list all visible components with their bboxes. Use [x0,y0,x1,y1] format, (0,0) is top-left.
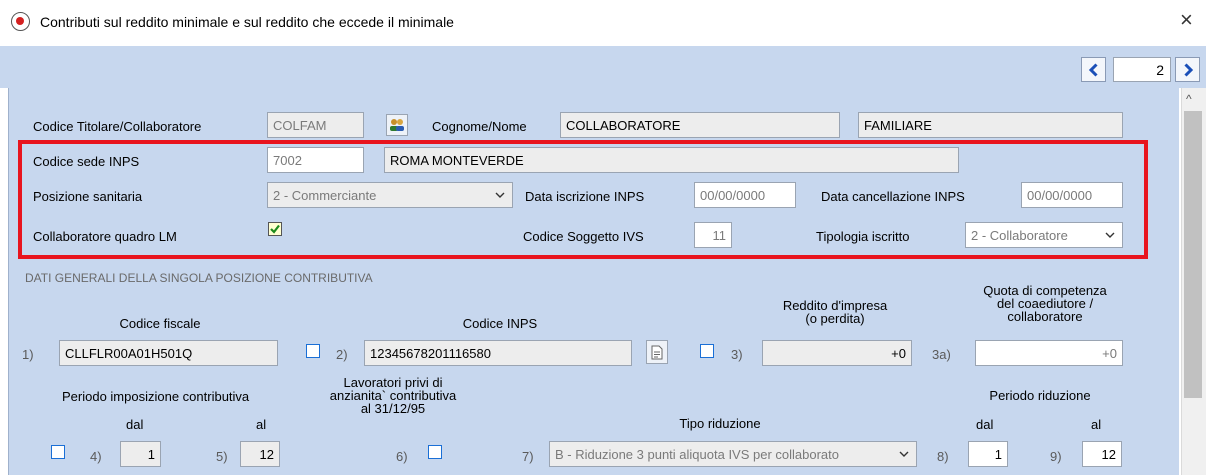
periodo-imposizione-checkbox[interactable] [51,445,65,459]
periodo-imposizione-header: Periodo imposizione contributiva [62,389,250,404]
lookup-collaboratore-button[interactable] [386,114,408,136]
lavoratori-privi-header: Lavoratori privi di anzianita` contribut… [329,375,457,416]
scroll-up-icon[interactable]: ^ [1186,92,1192,106]
chevron-down-icon [495,192,505,198]
document-icon [651,345,663,359]
codice-inps-checkbox[interactable] [700,344,714,358]
document-button[interactable] [646,340,668,364]
field-number-3a: 3a) [932,347,951,362]
lavoratori-privi-checkbox[interactable] [428,445,442,459]
collaboratore-quadro-checkbox[interactable] [268,222,282,236]
periodo-al-field[interactable]: 12 [240,441,280,467]
collaboratore-quadro-label: Collaboratore quadro LM [33,229,177,244]
codice-fiscale-field[interactable]: CLLFLR00A01H501Q [59,340,278,366]
codice-sede-label: Codice sede INPS [33,154,140,169]
riduzione-al-input[interactable]: 12 [1082,441,1122,467]
riduzione-dal-label: dal [976,417,994,432]
users-icon [390,119,404,131]
riduzione-al-label: al [1091,417,1102,432]
posizione-sanitaria-label: Posizione sanitaria [33,189,143,204]
posizione-sanitaria-value: 2 - Commerciante [273,188,377,203]
tipo-riduzione-select[interactable]: B - Riduzione 3 punti aliquota IVS per c… [549,441,917,467]
field-number-9: 9) [1050,449,1062,464]
data-iscrizione-label: Data iscrizione INPS [525,189,645,204]
tipologia-iscritto-label: Tipologia iscritto [816,229,910,244]
data-cancellazione-input[interactable]: 00/00/0000 [1021,182,1123,208]
reddito-impresa-header: Reddito d'impresa (o perdita) [782,298,888,326]
codice-fiscale-header: Codice fiscale [119,316,201,331]
codice-sede-input[interactable]: 7002 [267,147,364,173]
checkmark-icon [270,224,280,234]
cognome-nome-label: Cognome/Nome [432,119,527,134]
chevron-down-icon [1105,232,1115,238]
app-record-icon [11,12,30,31]
navigation-bar [0,46,1206,88]
codice-titolare-label: Codice Titolare/Collaboratore [33,119,202,134]
codice-inps-header: Codice INPS [462,316,538,331]
field-number-1: 1) [22,347,34,362]
window-title: Contributi sul reddito minimale e sul re… [40,14,454,30]
riduzione-dal-input[interactable]: 1 [968,441,1008,467]
field-number-6: 6) [396,449,408,464]
field-number-3: 3) [731,347,743,362]
field-number-7: 7) [522,449,534,464]
section-title: DATI GENERALI DELLA SINGOLA POSIZIONE CO… [25,271,373,285]
chevron-right-icon [1183,62,1193,77]
field-number-4: 4) [90,449,102,464]
data-iscrizione-input[interactable]: 00/00/0000 [694,182,796,208]
sede-name-field: ROMA MONTEVERDE [384,147,959,173]
close-icon[interactable]: × [1180,8,1193,32]
next-page-button[interactable] [1175,57,1200,82]
scrollbar-thumb[interactable] [1184,111,1202,398]
tipo-riduzione-value: B - Riduzione 3 punti aliquota IVS per c… [555,447,840,462]
dal-label: dal [126,417,144,432]
al-label: al [256,417,267,432]
codice-fiscale-checkbox[interactable] [306,344,320,358]
reddito-impresa-field[interactable]: +0 [762,340,912,366]
tipologia-iscritto-select[interactable]: 2 - Collaboratore [965,222,1123,248]
posizione-sanitaria-select[interactable]: 2 - Commerciante [267,182,513,208]
codice-inps-field[interactable]: 12345678201116580 [364,340,632,366]
field-number-8: 8) [937,449,949,464]
tipo-riduzione-header: Tipo riduzione [679,416,761,431]
data-cancellazione-label: Data cancellazione INPS [821,189,965,204]
periodo-riduzione-header: Periodo riduzione [989,388,1091,403]
nome-field[interactable]: FAMILIARE [858,112,1123,138]
tipologia-iscritto-value: 2 - Collaboratore [971,228,1068,243]
prev-page-button[interactable] [1081,57,1106,82]
codice-soggetto-ivs-input[interactable]: 11 [694,222,732,248]
page-number-field[interactable]: 2 [1113,57,1171,82]
field-number-5: 5) [216,449,228,464]
cognome-field[interactable]: COLLABORATORE [560,112,840,138]
quota-competenza-header: Quota di competenza del coaediutore / co… [983,283,1107,324]
chevron-left-icon [1088,62,1098,77]
chevron-down-icon [899,451,909,457]
periodo-dal-field[interactable]: 1 [120,441,161,467]
codice-titolare-input[interactable]: COLFAM [267,112,364,138]
codice-soggetto-ivs-label: Codice Soggetto IVS [523,229,644,244]
quota-competenza-input[interactable]: +0 [975,340,1123,366]
field-number-2: 2) [336,347,348,362]
